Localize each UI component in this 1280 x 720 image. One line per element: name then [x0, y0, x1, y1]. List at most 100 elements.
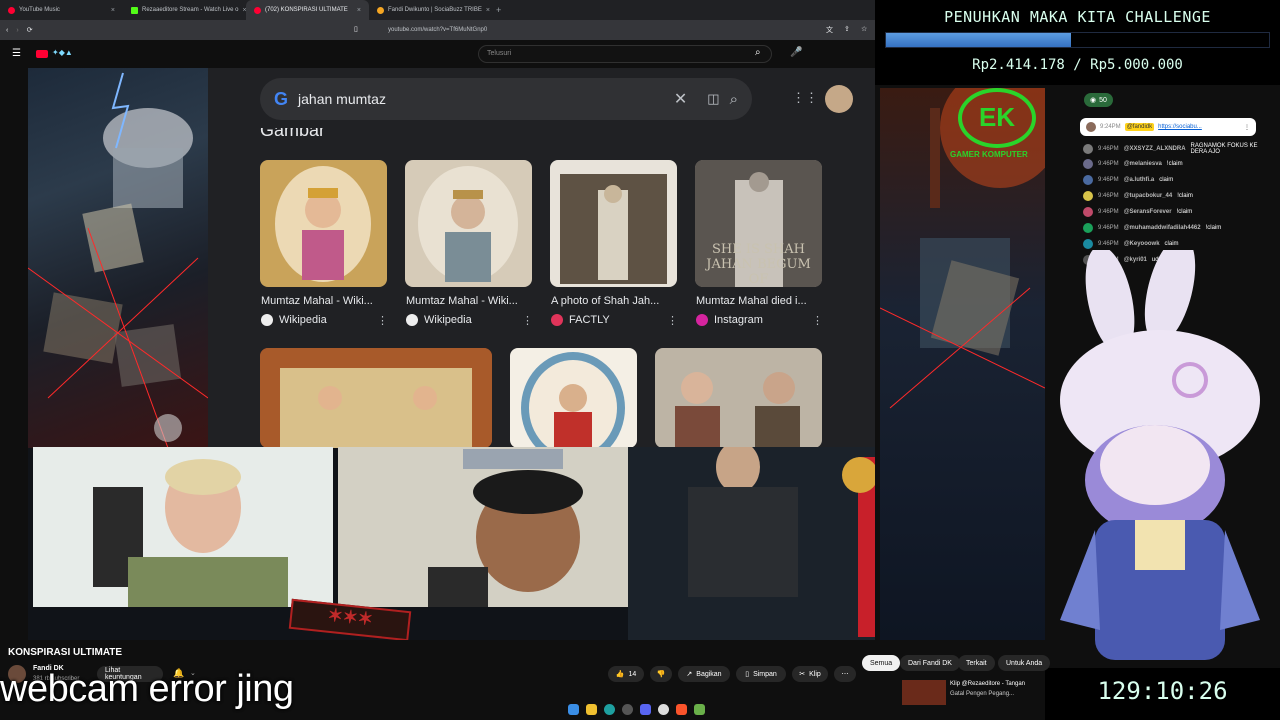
- avatar[interactable]: [1083, 175, 1093, 185]
- app-icon[interactable]: [658, 703, 669, 715]
- filter-chip-all[interactable]: Semua: [862, 655, 901, 671]
- google-search-icon[interactable]: ⌕: [730, 91, 738, 108]
- image-result-thumbnail[interactable]: [655, 348, 822, 448]
- image-result-thumbnail[interactable]: [550, 160, 677, 287]
- share-arrow-icon: ↗: [686, 671, 693, 678]
- chat-author[interactable]: @a.luthfi.a: [1124, 177, 1155, 183]
- edge-icon[interactable]: [604, 703, 615, 715]
- instagram-icon: [696, 314, 708, 326]
- chat-author[interactable]: @tupacbokur_44: [1124, 193, 1173, 199]
- menu-icon[interactable]: ☰: [12, 48, 21, 59]
- chat-message: 9:46PM @melaniesva !claim: [1083, 159, 1268, 169]
- youtube-logo[interactable]: [36, 50, 48, 58]
- chat-author[interactable]: @muhamaddwifadilah4462: [1124, 225, 1201, 231]
- image-result-source[interactable]: FACTLY: [551, 314, 610, 326]
- tab-favicon: [377, 6, 384, 14]
- stream-timer: 129:10:26: [1097, 677, 1228, 705]
- related-video-thumbnail[interactable]: [902, 680, 946, 705]
- close-tab-icon[interactable]: ×: [111, 7, 115, 14]
- image-result-title[interactable]: Mumtaz Mahal - Wiki...: [261, 295, 373, 307]
- profile-avatar[interactable]: [825, 85, 853, 113]
- youtube-search-input[interactable]: Telusuri: [478, 45, 772, 63]
- back-icon[interactable]: ‹: [6, 27, 8, 34]
- chat-author[interactable]: @SeransForever: [1124, 209, 1172, 215]
- chat-text: !claim: [1205, 225, 1222, 231]
- avatar[interactable]: [1083, 223, 1093, 233]
- more-actions-button[interactable]: ⋯: [834, 666, 856, 682]
- google-search-box[interactable]: G jahan mumtaz ✕ ◫ ⌕: [260, 78, 752, 120]
- image-result-thumbnail[interactable]: [260, 160, 387, 287]
- translate-icon[interactable]: 文: [826, 25, 833, 35]
- save-button[interactable]: ▯ Simpan: [736, 666, 786, 682]
- android-icon[interactable]: [694, 703, 705, 715]
- clear-icon[interactable]: ✕: [674, 89, 687, 109]
- avatar[interactable]: [1083, 191, 1093, 201]
- image-result-source[interactable]: Wikipedia: [406, 314, 472, 326]
- obs-icon[interactable]: [622, 703, 633, 715]
- portrait-art: [521, 352, 625, 448]
- windows-start-icon[interactable]: [568, 703, 579, 715]
- related-video-title[interactable]: Klip @Rezaeditore - Tangan: [950, 681, 1025, 687]
- browser-tab[interactable]: Rezaaeditore Stream - Watch Live o ×: [123, 0, 246, 20]
- share-icon[interactable]: ⇪: [844, 25, 850, 33]
- chat-text: RAGNAMOK FOKUS KE DERA AJO: [1190, 143, 1258, 155]
- share-button[interactable]: ↗ Bagikan: [678, 666, 730, 682]
- browser-tab-active[interactable]: (702) KONSPIRASI ULTIMATE ×: [246, 0, 369, 20]
- image-result-thumbnail[interactable]: SHE IS SHAH JAHAN BEGUM OF: [695, 160, 822, 287]
- microphone-icon[interactable]: 🎤: [790, 47, 802, 58]
- bookmark-icon[interactable]: ▯: [354, 25, 358, 33]
- filter-chip-for-you[interactable]: Untuk Anda: [998, 655, 1051, 671]
- new-tab-icon[interactable]: +: [496, 5, 501, 15]
- close-tab-icon[interactable]: ×: [357, 7, 361, 14]
- avatar[interactable]: [1083, 159, 1093, 169]
- close-tab-icon[interactable]: ×: [486, 7, 490, 14]
- avatar[interactable]: [1083, 207, 1093, 217]
- chat-author[interactable]: @Keyooowk: [1124, 241, 1160, 247]
- image-result-title[interactable]: Mumtaz Mahal died i...: [696, 295, 807, 307]
- camera-search-icon[interactable]: ◫: [707, 91, 719, 107]
- avatar[interactable]: [1083, 239, 1093, 249]
- image-result-thumbnail[interactable]: [260, 348, 492, 448]
- chat-text: !claim: [1176, 209, 1193, 215]
- chat-author[interactable]: @melaniesva: [1124, 161, 1162, 167]
- reload-icon[interactable]: ⟳: [27, 26, 33, 34]
- chat-text: claim: [1164, 241, 1179, 247]
- filter-chip-related[interactable]: Terkait: [958, 655, 995, 671]
- search-icon[interactable]: ⌕: [755, 47, 761, 58]
- more-options-icon[interactable]: ⋮: [1244, 124, 1250, 131]
- apps-grid-icon[interactable]: ⋮⋮: [792, 90, 818, 106]
- conspiracy-background-right: [879, 68, 1060, 640]
- portrait-art: [418, 166, 518, 282]
- image-result-source[interactable]: Wikipedia: [261, 314, 327, 326]
- image-result-thumbnail[interactable]: [510, 348, 637, 448]
- conspiracy-background-left: [27, 68, 209, 449]
- forward-icon[interactable]: ›: [16, 27, 18, 34]
- star-icon[interactable]: ☆: [861, 25, 867, 33]
- discord-icon[interactable]: [640, 703, 651, 715]
- chat-timestamp: 9:46PM: [1098, 225, 1119, 231]
- tab-favicon: [254, 6, 261, 14]
- image-result-source[interactable]: Instagram: [696, 314, 763, 326]
- image-overlay-text: SHE IS SHAH JAHAN BEGUM OF: [706, 242, 811, 287]
- brave-icon[interactable]: [676, 703, 687, 715]
- clip-button[interactable]: ✂ Klip: [792, 666, 828, 682]
- image-result-title[interactable]: Mumtaz Mahal - Wiki...: [406, 295, 518, 307]
- more-options-icon[interactable]: ⋮: [812, 314, 823, 327]
- dislike-button[interactable]: 👎: [650, 666, 672, 682]
- image-result-thumbnail[interactable]: [405, 160, 532, 287]
- more-options-icon[interactable]: ⋮: [667, 314, 678, 327]
- more-options-icon[interactable]: ⋮: [377, 314, 388, 327]
- image-result-title[interactable]: A photo of Shah Jah...: [551, 295, 659, 307]
- more-horizontal-icon: ⋯: [841, 671, 849, 678]
- avatar[interactable]: [1083, 144, 1093, 154]
- filter-chip-channel[interactable]: Dari Fandi DK: [900, 655, 960, 671]
- chat-timestamp: 9:46PM: [1098, 146, 1119, 152]
- browser-tab[interactable]: YouTube Music ×: [0, 0, 123, 20]
- like-button[interactable]: 👍 14: [608, 666, 644, 682]
- more-options-icon[interactable]: ⋮: [522, 314, 533, 327]
- address-bar[interactable]: youtube.com/watch?v=Tf6MuNtGnp0: [372, 24, 840, 36]
- browser-tab[interactable]: Fandi Dwikunto | SociaBuzz TRIBE ×: [369, 0, 492, 20]
- file-explorer-icon[interactable]: [586, 703, 597, 715]
- pinned-message[interactable]: 9:24PM @fandidk https://sociabu... ⋮: [1080, 118, 1256, 136]
- chat-author[interactable]: @XXSYZZ_ALXNDRA: [1124, 146, 1186, 152]
